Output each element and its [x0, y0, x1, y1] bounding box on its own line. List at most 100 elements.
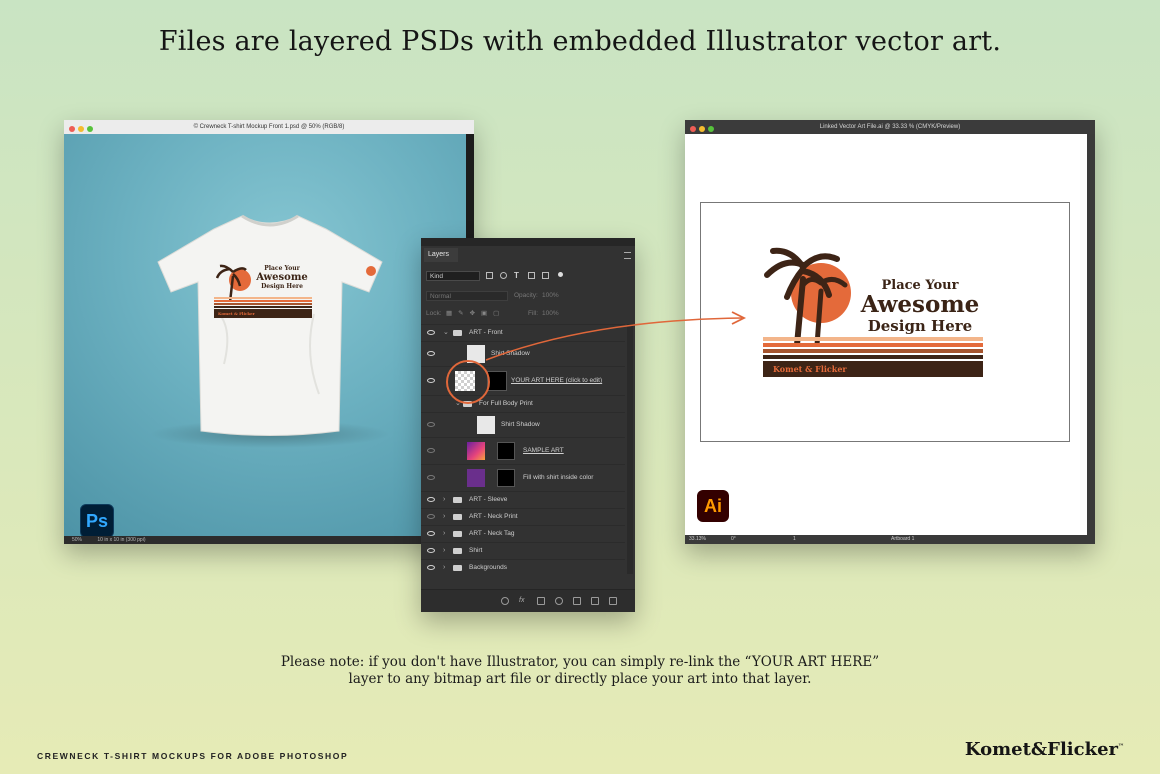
photoshop-titlebar[interactable]: © Crewneck T-shirt Mockup Front 1.psd @ …: [64, 120, 474, 134]
layer-shirt-shadow-2[interactable]: Shirt Shadow: [421, 412, 625, 437]
layer-name: Shirt Shadow: [501, 421, 540, 428]
note-line2: layer to any bitmap art file or directly…: [348, 671, 812, 687]
chevron-right-icon[interactable]: ›: [443, 543, 445, 559]
art-brand: Komet & Flicker: [763, 361, 983, 377]
tab-layers[interactable]: Layers: [424, 248, 458, 262]
window-controls[interactable]: [690, 124, 717, 138]
panel-header[interactable]: [421, 238, 635, 246]
chevron-right-icon[interactable]: ›: [443, 560, 445, 576]
art-line2: Awesome: [860, 291, 980, 318]
folder-icon: [453, 497, 462, 503]
layer-name: Backgrounds: [469, 564, 507, 571]
photoshop-title: © Crewneck T-shirt Mockup Front 1.psd @ …: [193, 124, 345, 130]
pixel-filter-icon[interactable]: [486, 272, 493, 279]
note-line1: Please note: if you don't have Illustrat…: [280, 654, 880, 670]
layer-mask-thumbnail: [497, 469, 515, 487]
shape-filter-icon[interactable]: [528, 272, 535, 279]
tshirt-mockup: [150, 214, 390, 448]
layer-backgrounds[interactable]: › Backgrounds: [421, 559, 625, 576]
art-line2: Awesome: [256, 272, 308, 283]
visibility-eye-icon[interactable]: [427, 422, 435, 427]
layer-sample-art[interactable]: SAMPLE ART: [421, 437, 625, 464]
photoshop-app-icon: Ps: [80, 504, 114, 536]
vector-artwork[interactable]: Place Your Awesome Design Here Komet & F…: [763, 245, 985, 377]
layer-fill-inside-color[interactable]: Fill with shirt inside color: [421, 464, 625, 491]
status-doc-size: 10 in x 10 in (300 ppi): [97, 537, 146, 543]
chevron-down-icon[interactable]: ⌄: [443, 325, 449, 341]
filter-row: Kind T: [424, 270, 632, 282]
folder-icon: [453, 531, 462, 537]
adjustment-layer-icon[interactable]: [555, 597, 563, 605]
photoshop-window[interactable]: © Crewneck T-shirt Mockup Front 1.psd @ …: [64, 120, 474, 544]
art-line3: Design Here: [261, 283, 303, 290]
chevron-right-icon[interactable]: ›: [443, 526, 445, 542]
layer-art-neck-print[interactable]: › ART - Neck Print: [421, 508, 625, 525]
visibility-eye-icon[interactable]: [427, 378, 435, 383]
layer-art-sleeve[interactable]: › ART - Sleeve: [421, 491, 625, 508]
layer-name[interactable]: SAMPLE ART: [523, 438, 564, 464]
chevron-right-icon[interactable]: ›: [443, 509, 445, 525]
visibility-eye-icon[interactable]: [427, 548, 435, 553]
visibility-eye-icon[interactable]: [427, 531, 435, 536]
opacity-field[interactable]: 100%: [542, 291, 559, 301]
visibility-eye-icon[interactable]: [427, 497, 435, 502]
trash-icon[interactable]: [609, 597, 617, 605]
fx-icon[interactable]: fx: [519, 597, 527, 605]
visibility-eye-icon[interactable]: [427, 351, 435, 356]
arrow-icon: [485, 311, 747, 361]
minimize-button[interactable]: [699, 126, 705, 132]
layer-thumbnail: [467, 442, 485, 460]
layer-shirt[interactable]: › Shirt: [421, 542, 625, 559]
zoom-button[interactable]: [87, 126, 93, 132]
kind-filter-select[interactable]: Kind: [426, 271, 480, 281]
close-button[interactable]: [69, 126, 75, 132]
headline: Files are layered PSDs with embedded Ill…: [158, 26, 1002, 57]
art-line3: Design Here: [867, 317, 973, 335]
add-mask-icon[interactable]: [537, 597, 545, 605]
status-artboard[interactable]: Artboard 1: [891, 535, 914, 544]
chevron-right-icon[interactable]: ›: [443, 492, 445, 508]
visibility-eye-icon[interactable]: [427, 565, 435, 570]
blend-row: Normal Opacity: 100%: [424, 290, 632, 302]
folder-icon: [453, 548, 462, 554]
illustrator-scrollbar[interactable]: [1087, 134, 1095, 536]
illustrator-app-icon: Ai: [697, 490, 729, 522]
illustrator-titlebar[interactable]: Linked Vector Art File.ai @ 33.33 % (CMY…: [685, 120, 1095, 134]
filter-toggle-icon[interactable]: [558, 272, 563, 277]
status-zoom[interactable]: 33.13%: [689, 535, 706, 544]
illustrator-title: Linked Vector Art File.ai @ 33.33 % (CMY…: [819, 124, 961, 130]
status-page[interactable]: 1: [793, 535, 796, 544]
photoshop-status-bar: 50% 10 in x 10 in (300 ppi): [64, 536, 474, 544]
status-zoom[interactable]: 50%: [72, 537, 82, 543]
artboard[interactable]: Place Your Awesome Design Here Komet & F…: [700, 202, 1070, 442]
visibility-eye-icon[interactable]: [427, 475, 435, 480]
blend-mode-select[interactable]: Normal: [426, 291, 508, 301]
new-layer-icon[interactable]: [591, 597, 599, 605]
opacity-label: Opacity:: [514, 292, 538, 299]
layers-panel[interactable]: Layers Kind T Normal Opacity: 100% Lock:…: [421, 238, 635, 612]
lock-label: Lock:: [426, 310, 442, 317]
layer-name: ART - Sleeve: [469, 496, 508, 503]
visibility-eye-icon[interactable]: [427, 514, 435, 519]
zoom-button[interactable]: [708, 126, 714, 132]
visibility-eye-icon[interactable]: [427, 448, 435, 453]
close-button[interactable]: [690, 126, 696, 132]
layer-art-neck-tag[interactable]: › ART - Neck Tag: [421, 525, 625, 542]
layer-name[interactable]: YOUR ART HERE (click to edit): [511, 367, 602, 395]
new-group-icon[interactable]: [573, 597, 581, 605]
adjustment-filter-icon[interactable]: [500, 272, 507, 279]
type-filter-icon[interactable]: T: [514, 272, 521, 280]
layer-name: ART - Neck Print: [469, 513, 518, 520]
folder-icon: [453, 330, 462, 336]
smart-object-filter-icon[interactable]: [542, 272, 549, 279]
layer-mask-thumbnail[interactable]: [487, 371, 507, 391]
link-layers-icon[interactable]: [501, 597, 509, 605]
status-rotate[interactable]: 0°: [731, 535, 736, 544]
layer-name: For Full Body Print: [479, 400, 533, 407]
shirt-print-artwork: Place Your Awesome Design Here Komet & F…: [214, 264, 319, 324]
note: Please note: if you don't have Illustrat…: [0, 654, 1160, 688]
minimize-button[interactable]: [78, 126, 84, 132]
visibility-eye-icon[interactable]: [427, 330, 435, 335]
photoshop-canvas[interactable]: Place Your Awesome Design Here Komet & F…: [64, 134, 466, 536]
panel-menu-icon[interactable]: [624, 252, 631, 259]
